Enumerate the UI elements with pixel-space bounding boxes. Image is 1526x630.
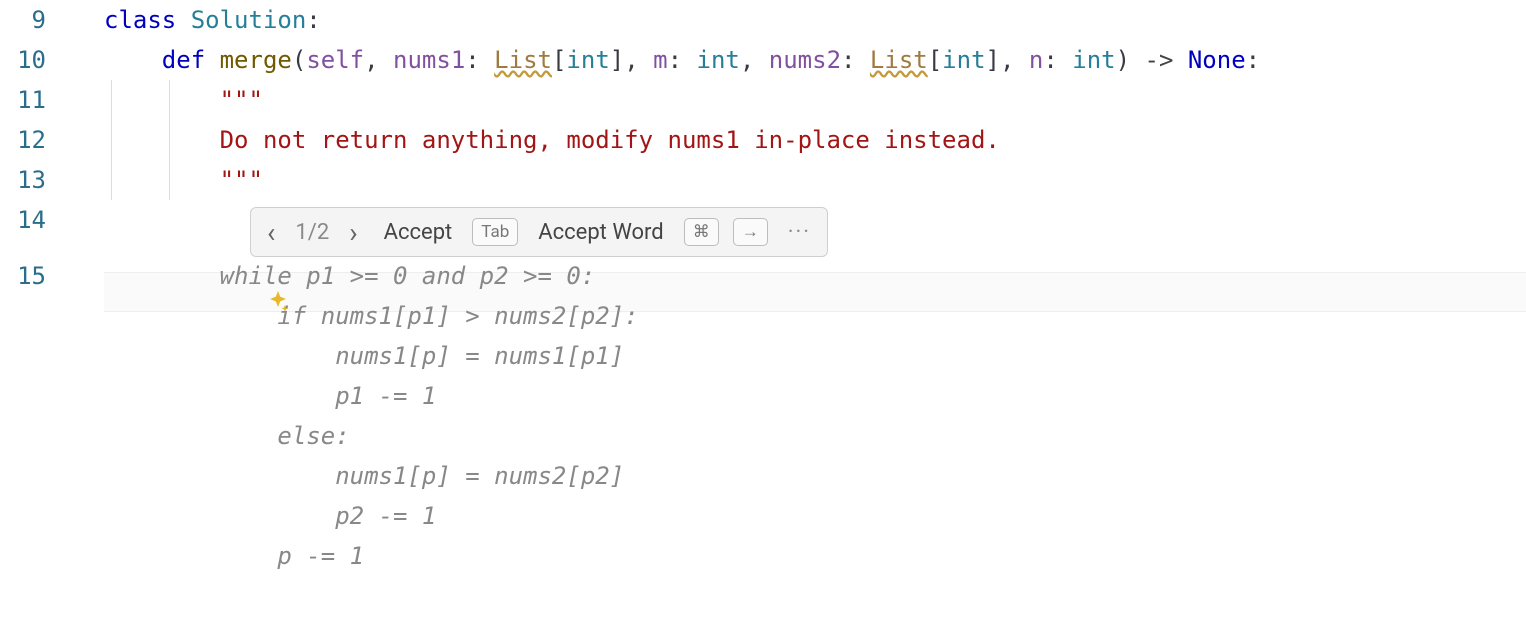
inline-suggestion-text: nums1[p] = nums1[p1] [104,336,624,376]
code-editor[interactable]: 9 class Solution: 10 def merge(self, num… [0,0,1526,576]
code-line-ghost: nums1[p] = nums1[p1] [0,336,1526,376]
code-line-ghost: p -= 1 [0,536,1526,576]
code-content[interactable]: """ [104,80,263,120]
line-number: 12 [0,120,64,160]
inline-suggestion-text: nums1[p] = nums2[p2] [104,456,624,496]
line-number: 13 [0,160,64,200]
prev-suggestion-button[interactable]: ‹ [261,214,281,251]
code-line[interactable]: 15 while p1 >= 0 and p2 >= 0: [0,256,1526,296]
code-line[interactable]: 10 def merge(self, nums1: List[int], m: … [0,40,1526,80]
code-content[interactable]: def merge(self, nums1: List[int], m: int… [104,40,1260,80]
line-number: 11 [0,80,64,120]
tab-key-icon: Tab [472,218,518,246]
more-options-button[interactable]: ··· [782,218,817,247]
arrow-right-key-icon: → [733,218,768,246]
inline-suggestion-text: p1 -= 1 [104,376,436,416]
code-content[interactable]: """ [104,160,263,200]
inline-suggestion-text: else: [104,416,350,456]
code-content[interactable]: class Solution: [104,0,321,40]
suggestion-count: 1/2 [295,220,329,245]
cmd-key-icon: ⌘ [684,218,719,246]
ai-sparkle-icon[interactable] [64,200,104,400]
inline-suggestion-text: if nums1[p1] > nums2[p2]: [104,296,639,336]
line-number: 15 [0,256,64,296]
code-line[interactable]: 11 """ [0,80,1526,120]
accept-word-button[interactable]: Accept Word [532,218,669,247]
code-content[interactable]: Do not return anything, modify nums1 in-… [104,120,1000,160]
next-suggestion-button[interactable]: › [343,214,363,251]
inline-suggestion-text: p2 -= 1 [104,496,436,536]
accept-button[interactable]: Accept [378,218,459,247]
code-line-ghost: nums1[p] = nums2[p2] [0,456,1526,496]
code-line-ghost: else: [0,416,1526,456]
inline-suggestion-text: p -= 1 [104,536,364,576]
inline-suggestion-toolbar: ‹ 1/2 › Accept Tab Accept Word ⌘ → ··· [250,207,828,257]
code-line[interactable]: 9 class Solution: [0,0,1526,40]
inline-suggestion-text: while p1 >= 0 and p2 >= 0: [104,256,595,296]
line-number: 14 [0,200,64,240]
line-number: 10 [0,40,64,80]
line-number: 9 [0,0,64,40]
code-line[interactable]: 13 """ [0,160,1526,200]
code-line[interactable]: 12 Do not return anything, modify nums1 … [0,120,1526,160]
code-line-ghost: p1 -= 1 [0,376,1526,416]
code-line-ghost: p2 -= 1 [0,496,1526,536]
